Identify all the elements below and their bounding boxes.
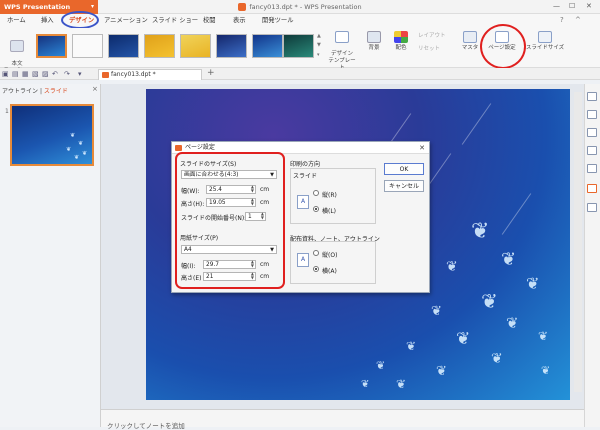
slide-landscape-radio[interactable] (313, 206, 319, 212)
document-tab[interactable]: fancy013.dpt * (98, 69, 202, 80)
gallery-down-icon[interactable]: ▼ (317, 42, 321, 48)
handout-portrait-radio[interactable] (313, 250, 319, 256)
butterfly-graphic: ❦ (471, 219, 490, 244)
design-thumb[interactable] (283, 34, 314, 58)
maximize-icon[interactable]: ☐ (569, 2, 575, 10)
handout-landscape-label: 横(A) (322, 268, 337, 275)
background-button[interactable]: 背景 (363, 31, 385, 52)
design-thumb[interactable] (108, 34, 139, 58)
vertical-scrollbar[interactable] (574, 92, 582, 392)
handout-orientation-icon: A (297, 253, 309, 267)
tab-outline[interactable]: アウトライン (2, 88, 38, 95)
handout-portrait-label: 縦(O) (322, 252, 338, 259)
design-template-icon (328, 31, 356, 45)
open-folder-icon[interactable]: ▣ (2, 70, 9, 78)
slide-thumbnail[interactable]: ❦ ❦ ❦ ❦ ❦ (10, 104, 94, 166)
highlight-page-setup (480, 24, 526, 69)
color-scheme-icon (394, 31, 408, 43)
slide-size-button[interactable]: スライドサイズ (524, 31, 566, 52)
slide-orientation-icon: A (297, 195, 309, 209)
slide-number: 1 (5, 108, 9, 115)
tab-slideshow[interactable]: スライド ショー (152, 14, 198, 28)
copy-icon[interactable] (587, 146, 597, 155)
master-button[interactable]: マスタ (459, 31, 481, 52)
slide-size-icon (538, 31, 552, 43)
customize-icon[interactable]: ▾ (78, 70, 82, 78)
tab-insert[interactable]: 挿入 (41, 14, 54, 28)
help-icon[interactable]: ? (560, 16, 564, 24)
design-thumb[interactable] (144, 34, 175, 58)
tab-animation[interactable]: アニメーション (104, 14, 148, 28)
minimize-icon[interactable]: — (553, 2, 560, 10)
color-scheme-button[interactable]: 配色 (390, 31, 412, 52)
select-icon[interactable] (587, 110, 597, 119)
design-thumb[interactable] (72, 34, 103, 58)
cancel-button[interactable]: キャンセル (384, 180, 424, 192)
highlight-design-tab (61, 11, 99, 29)
design-thumb[interactable] (252, 34, 283, 58)
dialog-close-icon[interactable]: ✕ (419, 142, 425, 154)
settings-icon[interactable] (587, 203, 597, 212)
master-icon (463, 31, 477, 43)
template-icon (10, 40, 24, 52)
gallery-up-icon[interactable]: ▲ (317, 33, 321, 39)
chevron-up-icon[interactable]: ^ (575, 16, 581, 24)
panel-tabs: アウトライン | スライド (2, 88, 68, 95)
collapse-icon[interactable] (587, 92, 597, 101)
reset-button[interactable]: リセット (418, 46, 458, 53)
format-icon[interactable]: ▨ (42, 70, 49, 78)
print-preview-icon[interactable]: ▦ (22, 70, 29, 78)
document-icon (102, 72, 109, 78)
print-icon[interactable]: ▧ (32, 70, 39, 78)
handout-landscape-radio[interactable] (313, 266, 319, 272)
slide-orientation-label: スライド (293, 171, 318, 180)
tab-view[interactable]: 表示 (233, 14, 246, 28)
highlight-size-settings (175, 152, 285, 289)
page-setup-side-icon[interactable] (587, 184, 597, 193)
design-thumb[interactable] (180, 34, 211, 58)
design-thumb[interactable] (36, 34, 67, 58)
tab-developer[interactable]: 開発ツール (262, 14, 293, 28)
slide-portrait-radio[interactable] (313, 190, 319, 196)
notes-pane[interactable]: クリックしてノートを追加 (101, 409, 584, 430)
new-tab-icon[interactable]: + (207, 68, 215, 78)
tab-home[interactable]: ホーム (7, 14, 26, 28)
gallery-more-icon[interactable]: ▾ (317, 52, 320, 58)
design-thumb[interactable] (216, 34, 247, 58)
undo-icon[interactable]: ↶ (52, 70, 58, 78)
slide-portrait-label: 縦(R) (322, 192, 337, 199)
tab-slides[interactable]: スライド (44, 88, 68, 95)
quick-access-toolbar (0, 68, 600, 80)
wps-logo-icon (238, 3, 247, 11)
image-icon[interactable] (587, 164, 597, 173)
tab-review[interactable]: 校閲 (203, 14, 216, 28)
layout-button[interactable]: レイアウト (418, 33, 458, 40)
save-icon[interactable]: ▤ (12, 70, 19, 78)
close-icon[interactable]: ✕ (586, 2, 592, 10)
shapes-icon[interactable] (587, 128, 597, 137)
redo-icon[interactable]: ↷ (64, 70, 70, 78)
dialog-app-icon (175, 145, 182, 151)
orientation-label: 印刷の方向 (290, 161, 321, 168)
ok-button[interactable]: OK (384, 163, 424, 175)
background-icon (367, 31, 381, 43)
slide-landscape-label: 横(L) (322, 208, 337, 215)
close-panel-icon[interactable]: × (92, 85, 98, 93)
